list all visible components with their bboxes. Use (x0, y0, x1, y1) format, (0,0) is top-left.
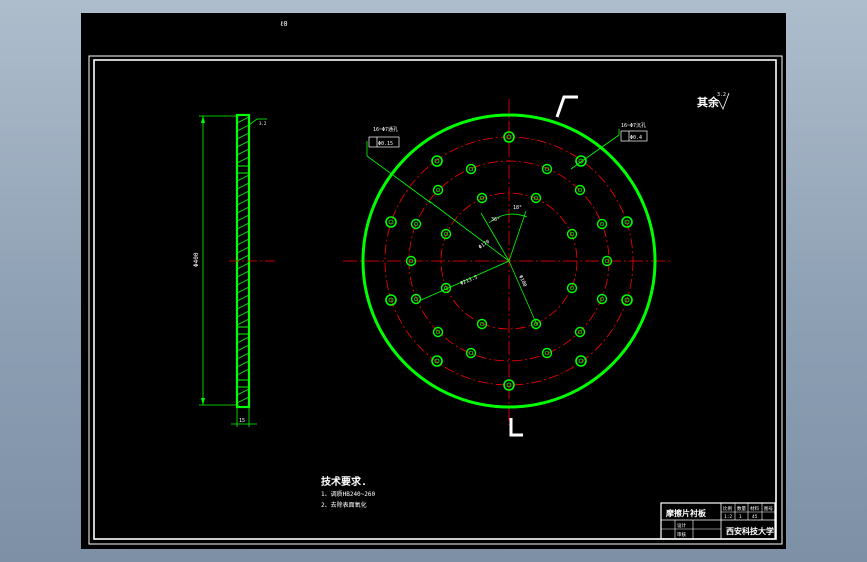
requirement-2: 2、去除表面氧化 (321, 501, 367, 509)
dim-angle-2: 18° (513, 205, 522, 211)
cad-viewport[interactable]: ℓ0 Φ400 3.2 15 Φ170 Φ213.5 Φ100 36° 18° … (81, 13, 786, 549)
tb-label-1: 比例 (723, 505, 732, 512)
tb-left-label-1: 设计 (677, 522, 686, 529)
side-view: Φ400 3.2 15 (193, 113, 277, 427)
outer-border (88, 55, 783, 545)
side-thickness-dim: 15 (239, 418, 245, 424)
inner-border (93, 59, 777, 540)
side-height-dim: Φ400 (193, 252, 200, 267)
requirements-title: 技术要求. (321, 475, 367, 488)
tb-left-label-2: 审核 (677, 531, 686, 538)
tb-part-name: 摩擦片衬板 (665, 508, 707, 518)
dim-angle-1: 36° (491, 217, 500, 223)
front-view: Φ170 Φ213.5 Φ100 36° 18° 16~Φ7通孔 Φ0.15 1… (343, 95, 671, 437)
roughness-value: 3.2 (717, 92, 726, 98)
note-right: 16~Φ7沉孔 (621, 122, 646, 129)
frame-left: Φ0.15 (378, 141, 393, 147)
technical-requirements: 技术要求. 1、调质HB240~260 2、去除表面氧化 (321, 475, 376, 509)
frame-right: Φ0.4 (630, 135, 642, 141)
tb-value-2: 1 (739, 514, 742, 520)
tb-school: 西安科技大学 (726, 526, 774, 536)
tb-label-2: 数量 (737, 505, 746, 512)
cad-drawing[interactable]: ℓ0 Φ400 3.2 15 Φ170 Φ213.5 Φ100 36° 18° … (81, 13, 786, 549)
dim-d3: Φ100 (517, 274, 527, 287)
title-block: 摩擦片衬板 西安科技大学 比例 数量 材料 图号 1:2 1 45 设计 审核 (660, 502, 776, 540)
tb-value-1: 1:2 (724, 514, 732, 520)
dim-d1: Φ170 (478, 239, 491, 251)
side-finish-mark: 3.2 (259, 121, 267, 126)
dim-d2: Φ213.5 (460, 275, 479, 287)
requirement-1: 1、调质HB240~260 (321, 490, 376, 498)
note-left: 16~Φ7通孔 (373, 126, 398, 133)
tb-label-4: 图号 (764, 506, 773, 512)
tb-label-3: 材料 (750, 505, 759, 512)
tb-value-3: 45 (752, 514, 758, 520)
corner-mark: ℓ0 (280, 20, 288, 28)
